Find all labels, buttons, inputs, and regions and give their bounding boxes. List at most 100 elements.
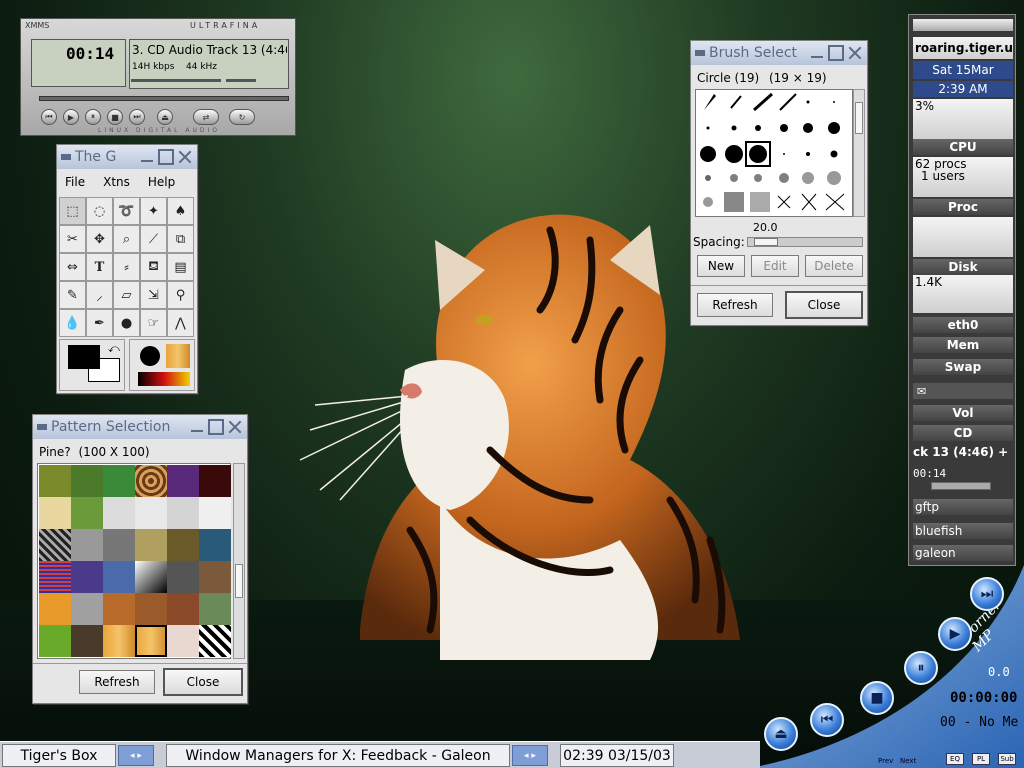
menu-xtns[interactable]: Xtns	[103, 175, 130, 189]
pattern-scrollbar[interactable]	[233, 463, 245, 659]
active-brush-preview[interactable]	[140, 346, 160, 366]
cpu-graph[interactable]: 3%	[913, 99, 1013, 141]
proc-graph[interactable]: 62 procs 1 users	[913, 157, 1013, 197]
previous-icon[interactable]: ⏮	[41, 109, 57, 125]
edit-brush-button[interactable]: Edit	[751, 255, 799, 277]
pattern-swatch[interactable]	[71, 625, 103, 657]
pattern-swatch[interactable]	[103, 497, 135, 529]
pause-icon[interactable]: ⏸	[85, 109, 101, 125]
xmms-seek-bar[interactable]	[39, 96, 289, 101]
pattern-swatch[interactable]	[103, 529, 135, 561]
text-icon[interactable]: T	[86, 253, 113, 281]
menu-file[interactable]: File	[65, 175, 85, 189]
eject-icon[interactable]: ⏏	[157, 109, 173, 125]
move-icon[interactable]: ✥	[86, 225, 113, 253]
lasso-icon[interactable]: ➰	[113, 197, 140, 225]
menu-help[interactable]: Help	[148, 175, 175, 189]
swap-colors-icon[interactable]: ⤺	[108, 342, 120, 356]
corner-mp-pl-button[interactable]: PL	[972, 753, 990, 765]
clone-icon[interactable]: ⚲	[167, 281, 194, 309]
corner-mp-eq-button[interactable]: EQ	[946, 753, 964, 765]
gimp-toolbox-window[interactable]: The G File Xtns Help ⬚ ◌ ➰ ✦ ♠ ✂ ✥ ⌕ ⟋ ⧉…	[56, 144, 198, 394]
proc-label-button[interactable]: Proc	[913, 199, 1013, 215]
paintbrush-icon[interactable]: ⸝	[86, 281, 113, 309]
shuffle-icon[interactable]: ⇄	[193, 109, 219, 125]
pattern-swatch[interactable]	[167, 625, 199, 657]
mail-icon[interactable]: ✉	[917, 385, 926, 398]
bucket-fill-icon[interactable]: ⛾	[140, 253, 167, 281]
gimp-toolbox-titlebar[interactable]: The G	[57, 145, 197, 169]
pattern-swatch[interactable]	[39, 593, 71, 625]
pattern-swatch[interactable]	[39, 497, 71, 529]
color-picker-icon[interactable]: ⸗	[113, 253, 140, 281]
close-icon[interactable]	[227, 419, 243, 435]
pattern-swatch[interactable]	[71, 593, 103, 625]
pattern-swatch[interactable]	[199, 465, 231, 497]
pattern-swatch-selected[interactable]	[135, 625, 167, 657]
ellipse-select-icon[interactable]: ◌	[86, 197, 113, 225]
new-brush-button[interactable]: New	[697, 255, 745, 277]
pattern-swatch[interactable]	[39, 561, 71, 593]
pattern-swatch[interactable]	[71, 529, 103, 561]
pattern-swatch[interactable]	[103, 465, 135, 497]
pattern-swatch[interactable]	[103, 625, 135, 657]
mail-bar[interactable]: ✉	[913, 383, 1013, 399]
launcher-galeon[interactable]: galeon	[913, 545, 1013, 561]
maximize-icon[interactable]	[208, 419, 224, 435]
active-gradient-preview[interactable]	[138, 372, 190, 386]
launcher-bluefish[interactable]: bluefish	[913, 523, 1013, 539]
maximize-icon[interactable]	[158, 149, 174, 165]
corner-mp-sub-button[interactable]: Sub	[998, 753, 1016, 765]
volume-label-button[interactable]: Vol	[913, 405, 1013, 421]
color-area[interactable]: ⤺	[59, 339, 125, 391]
disk-label-button[interactable]: Disk	[913, 259, 1013, 275]
eraser-icon[interactable]: ▱	[113, 281, 140, 309]
pattern-swatch[interactable]	[71, 561, 103, 593]
pattern-scrollbar-thumb[interactable]	[235, 564, 243, 598]
brush-close-button[interactable]: Close	[785, 291, 863, 319]
delete-brush-button[interactable]: Delete	[805, 255, 863, 277]
pattern-swatch[interactable]	[103, 561, 135, 593]
pattern-swatch[interactable]	[71, 465, 103, 497]
brush-scrollbar-thumb[interactable]	[855, 102, 863, 134]
measure-icon[interactable]: ⋀	[167, 309, 194, 337]
play-icon[interactable]: ▶	[938, 617, 972, 651]
cpu-label-button[interactable]: CPU	[913, 139, 1013, 155]
pattern-swatch[interactable]	[167, 465, 199, 497]
pattern-swatch[interactable]	[167, 593, 199, 625]
pattern-grid[interactable]	[37, 463, 231, 659]
corner-mp-prev-label[interactable]: Prev	[878, 757, 893, 765]
net-label-button[interactable]: eth0	[913, 317, 1013, 333]
pattern-swatch[interactable]	[167, 561, 199, 593]
cd-label-button[interactable]: CD	[913, 425, 1013, 441]
pattern-swatch[interactable]	[71, 497, 103, 529]
smudge-icon[interactable]: ☞	[140, 309, 167, 337]
close-icon[interactable]	[847, 45, 863, 61]
pattern-swatch[interactable]	[135, 529, 167, 561]
pattern-refresh-button[interactable]: Refresh	[79, 670, 155, 694]
repeat-icon[interactable]: ↻	[229, 109, 255, 125]
panel-player-controls[interactable]	[931, 482, 991, 490]
previous-track-icon[interactable]: ⏮	[810, 703, 844, 737]
magnify-icon[interactable]: ⌕	[113, 225, 140, 253]
pencil-icon[interactable]: ✎	[59, 281, 86, 309]
taskbar-window-galeon[interactable]: Window Managers for X: Feedback - Galeon	[166, 744, 510, 767]
pattern-swatch[interactable]	[39, 625, 71, 657]
pattern-swatch[interactable]	[39, 465, 71, 497]
next-icon[interactable]: ⏭	[129, 109, 145, 125]
pattern-swatch[interactable]	[135, 465, 167, 497]
stop-icon[interactable]: ■	[107, 109, 123, 125]
launcher-gftp[interactable]: gftp	[913, 499, 1013, 515]
pattern-swatch[interactable]	[167, 497, 199, 529]
eject-icon[interactable]: ⏏	[764, 717, 798, 751]
fuzzy-select-icon[interactable]: ✦	[140, 197, 167, 225]
minimize-icon[interactable]	[809, 45, 825, 61]
bezier-select-icon[interactable]: ♠	[167, 197, 194, 225]
scissors-icon[interactable]: ✂	[59, 225, 86, 253]
transform-icon[interactable]: ⧉	[167, 225, 194, 253]
window-menu-icon[interactable]	[695, 50, 705, 56]
spacing-slider-thumb[interactable]	[754, 238, 778, 246]
ink-icon[interactable]: ✒	[86, 309, 113, 337]
pattern-swatch[interactable]	[103, 593, 135, 625]
window-menu-icon[interactable]	[37, 424, 47, 430]
